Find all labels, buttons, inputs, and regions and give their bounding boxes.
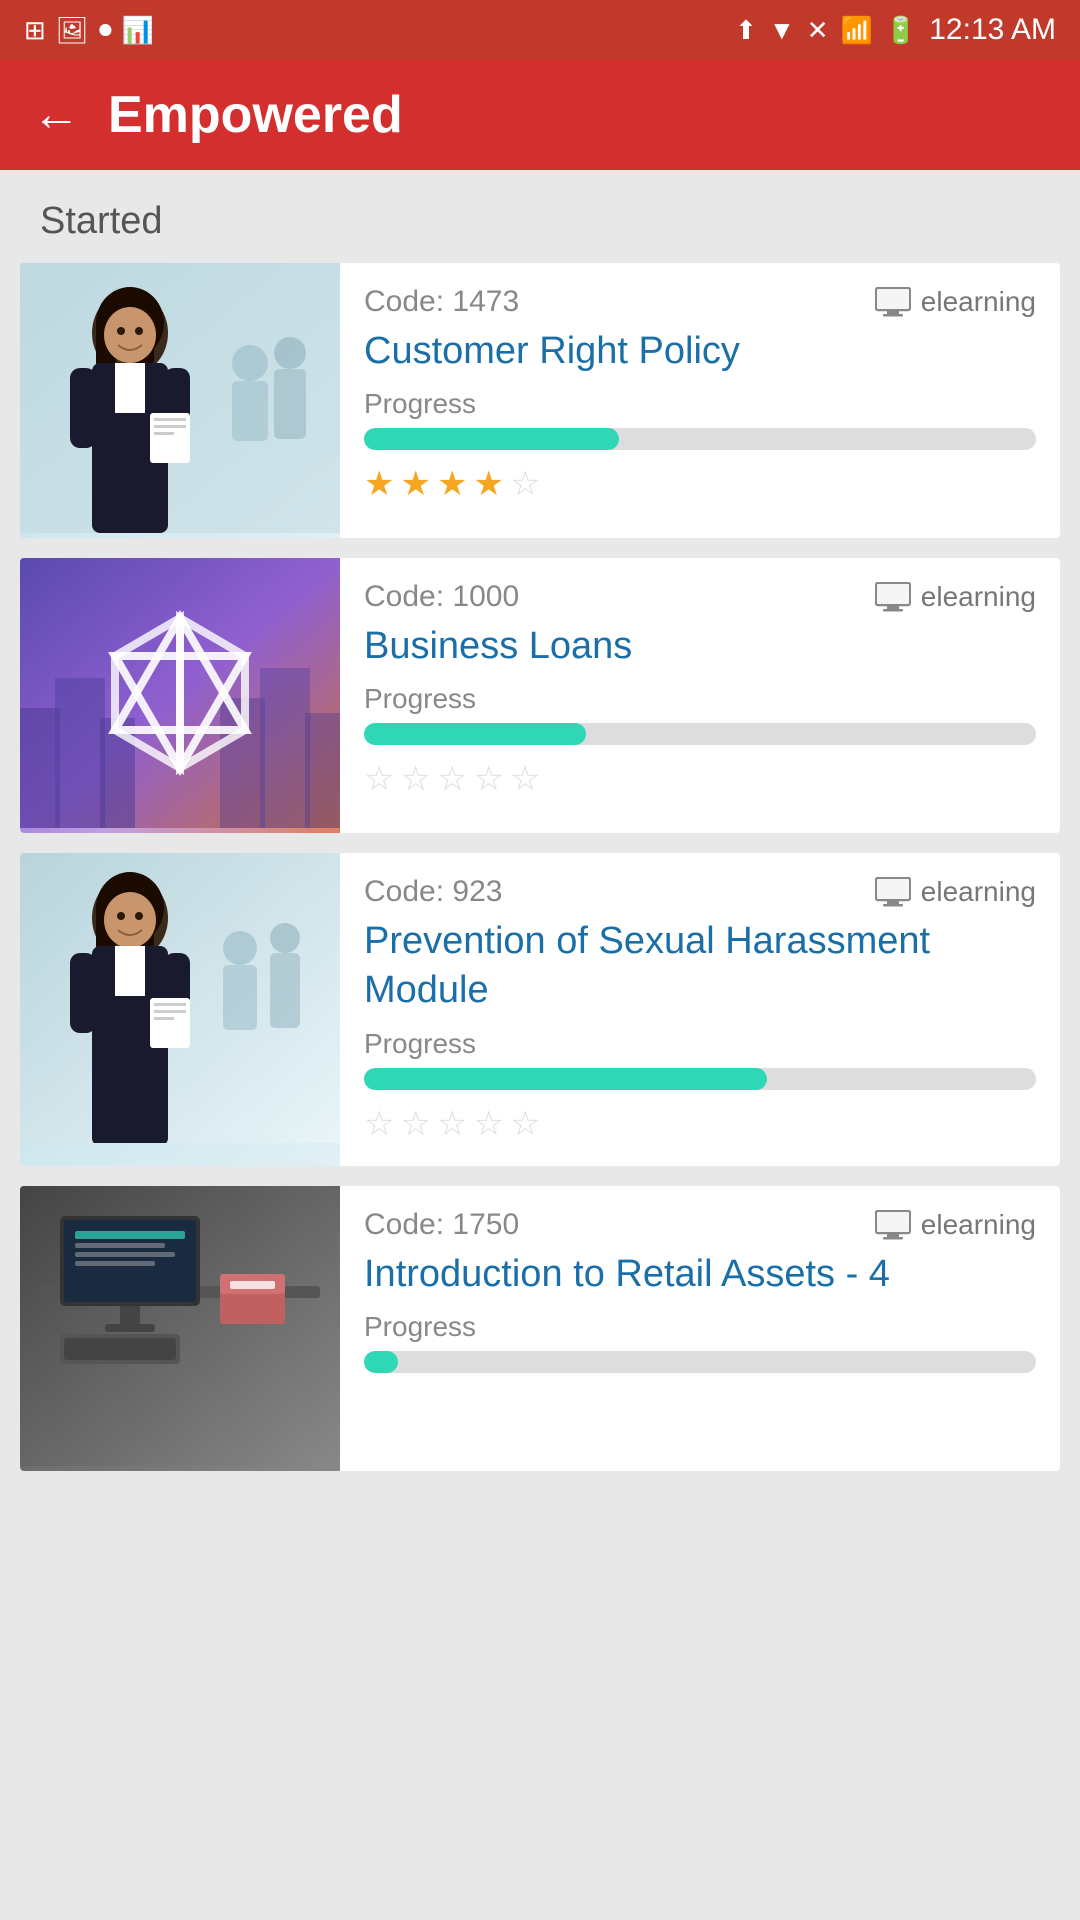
star-2-5: ☆ [510, 759, 540, 799]
progress-label-3: Progress [364, 1028, 1036, 1060]
signal-icon: ✕ [807, 15, 829, 46]
section-label: Started [0, 170, 1080, 263]
course-image-4 [20, 1186, 340, 1471]
course-content-4: Code: 1750 elearning Introduction to Ret… [340, 1186, 1060, 1471]
course-code-2: Code: 1000 [364, 580, 519, 614]
progress-bar-fill-2 [364, 723, 586, 745]
progress-bar-fill-1 [364, 428, 619, 450]
wifi-icon: ▼ [769, 15, 795, 46]
progress-bar-bg-3 [364, 1068, 1036, 1090]
course-content-2: Code: 1000 elearning Business Loans Prog… [340, 558, 1060, 833]
course-code-4: Code: 1750 [364, 1208, 519, 1242]
grid-icon: ⊞ [24, 15, 46, 46]
course-meta-1: Code: 1473 elearning [364, 285, 1036, 319]
course-meta-2: Code: 1000 elearning [364, 580, 1036, 614]
star-3-3: ☆ [437, 1104, 467, 1144]
star-1-3: ★ [437, 464, 467, 504]
pin-icon: ⬆ [735, 15, 757, 46]
stars-2: ☆ ☆ ☆ ☆ ☆ [364, 759, 1036, 799]
course-image-2 [20, 558, 340, 833]
star-2-4: ☆ [473, 759, 503, 799]
course-title-2: Business Loans [364, 622, 1036, 671]
progress-bar-bg-2 [364, 723, 1036, 745]
photo-icon: 🖼 [56, 15, 89, 46]
elearning-label-3: elearning [921, 876, 1036, 908]
star-2-3: ☆ [437, 759, 467, 799]
course-list: Code: 1473 elearning Customer Right Poli… [0, 263, 1080, 1471]
progress-bar-fill-4 [364, 1351, 398, 1373]
course-card-2[interactable]: Code: 1000 elearning Business Loans Prog… [20, 558, 1060, 833]
star-1-2: ★ [400, 464, 430, 504]
signal-bars-icon: 📶 [840, 15, 872, 46]
star-2-2: ☆ [400, 759, 430, 799]
chart-icon: 📊 [122, 15, 154, 46]
star-3-1: ☆ [364, 1104, 394, 1144]
status-right: ⬆ ▼ ✕ 📶 🔋 12:13 AM [735, 13, 1056, 47]
back-button[interactable]: ← [32, 91, 80, 139]
course-code-3: Code: 923 [364, 875, 502, 909]
time-display: 12:13 AM [929, 13, 1056, 47]
stars-3: ☆ ☆ ☆ ☆ ☆ [364, 1104, 1036, 1144]
course-image-1 [20, 263, 340, 538]
course-card-3[interactable]: Code: 923 elearning Prevention of Sexual… [20, 853, 1060, 1166]
elearning-label-4: elearning [921, 1209, 1036, 1241]
elearning-label-1: elearning [921, 286, 1036, 318]
elearning-icon-3 [875, 877, 911, 907]
course-type-1: elearning [875, 286, 1036, 318]
progress-label-1: Progress [364, 388, 1036, 420]
star-2-1: ☆ [364, 759, 394, 799]
course-code-1: Code: 1473 [364, 285, 519, 319]
course-card-1[interactable]: Code: 1473 elearning Customer Right Poli… [20, 263, 1060, 538]
battery-icon: 🔋 [885, 15, 917, 46]
progress-label-4: Progress [364, 1311, 1036, 1343]
star-1-4: ★ [473, 464, 503, 504]
record-icon: ⏺ [99, 14, 112, 46]
status-icons-left: ⊞ 🖼 ⏺ 📊 [24, 14, 154, 46]
progress-label-2: Progress [364, 683, 1036, 715]
app-title: Empowered [108, 85, 403, 145]
star-3-4: ☆ [473, 1104, 503, 1144]
star-1-1: ★ [364, 464, 394, 504]
course-type-3: elearning [875, 876, 1036, 908]
elearning-label-2: elearning [921, 581, 1036, 613]
progress-bar-bg-4 [364, 1351, 1036, 1373]
stars-1: ★ ★ ★ ★ ☆ [364, 464, 1036, 504]
course-type-2: elearning [875, 581, 1036, 613]
app-header: ← Empowered [0, 60, 1080, 170]
course-card-4[interactable]: Code: 1750 elearning Introduction to Ret… [20, 1186, 1060, 1471]
course-meta-3: Code: 923 elearning [364, 875, 1036, 909]
star-1-5: ☆ [510, 464, 540, 504]
progress-bar-bg-1 [364, 428, 1036, 450]
course-content-3: Code: 923 elearning Prevention of Sexual… [340, 853, 1060, 1166]
course-title-3: Prevention of Sexual Harassment Module [364, 917, 1036, 1016]
progress-bar-fill-3 [364, 1068, 767, 1090]
course-title-1: Customer Right Policy [364, 327, 1036, 376]
course-content-1: Code: 1473 elearning Customer Right Poli… [340, 263, 1060, 538]
elearning-icon-4 [875, 1210, 911, 1240]
status-bar: ⊞ 🖼 ⏺ 📊 ⬆ ▼ ✕ 📶 🔋 12:13 AM [0, 0, 1080, 60]
course-type-4: elearning [875, 1209, 1036, 1241]
star-3-2: ☆ [400, 1104, 430, 1144]
course-image-3 [20, 853, 340, 1166]
elearning-icon-2 [875, 582, 911, 612]
course-title-4: Introduction to Retail Assets - 4 [364, 1250, 1036, 1299]
elearning-icon-1 [875, 287, 911, 317]
course-meta-4: Code: 1750 elearning [364, 1208, 1036, 1242]
star-3-5: ☆ [510, 1104, 540, 1144]
